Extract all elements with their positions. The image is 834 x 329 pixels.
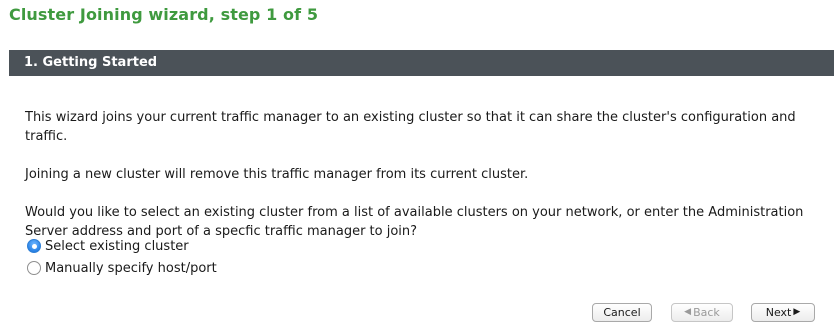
cancel-button-label: Cancel — [603, 306, 641, 319]
next-button-label: Next — [765, 306, 792, 319]
radio-select-existing-cluster[interactable] — [27, 239, 41, 253]
option-select-existing-cluster[interactable]: Select existing cluster — [27, 237, 189, 255]
cancel-button[interactable]: Cancel — [592, 303, 652, 322]
wizard-title: Cluster Joining wizard, step 1 of 5 — [9, 5, 319, 24]
warning-text: Joining a new cluster will remove this t… — [25, 167, 529, 182]
back-button-label: Back — [693, 306, 720, 319]
next-button[interactable]: Next ▶ — [751, 303, 815, 322]
intro-text: This wizard joins your current traffic m… — [25, 110, 796, 144]
right-triangle-icon: ▶ — [793, 307, 801, 317]
section-header: 1. Getting Started — [9, 50, 834, 76]
option-manually-specify-host-port[interactable]: Manually specify host/port — [27, 259, 217, 277]
left-triangle-icon: ◀ — [684, 307, 692, 317]
option-label-manual[interactable]: Manually specify host/port — [45, 261, 217, 276]
question-text: Would you like to select an existing clu… — [25, 205, 804, 239]
radio-manually-specify-host-port[interactable] — [27, 261, 41, 275]
option-label-select-existing[interactable]: Select existing cluster — [45, 239, 189, 254]
back-button[interactable]: ◀ Back — [671, 303, 733, 322]
radio-selected-dot — [31, 243, 37, 249]
